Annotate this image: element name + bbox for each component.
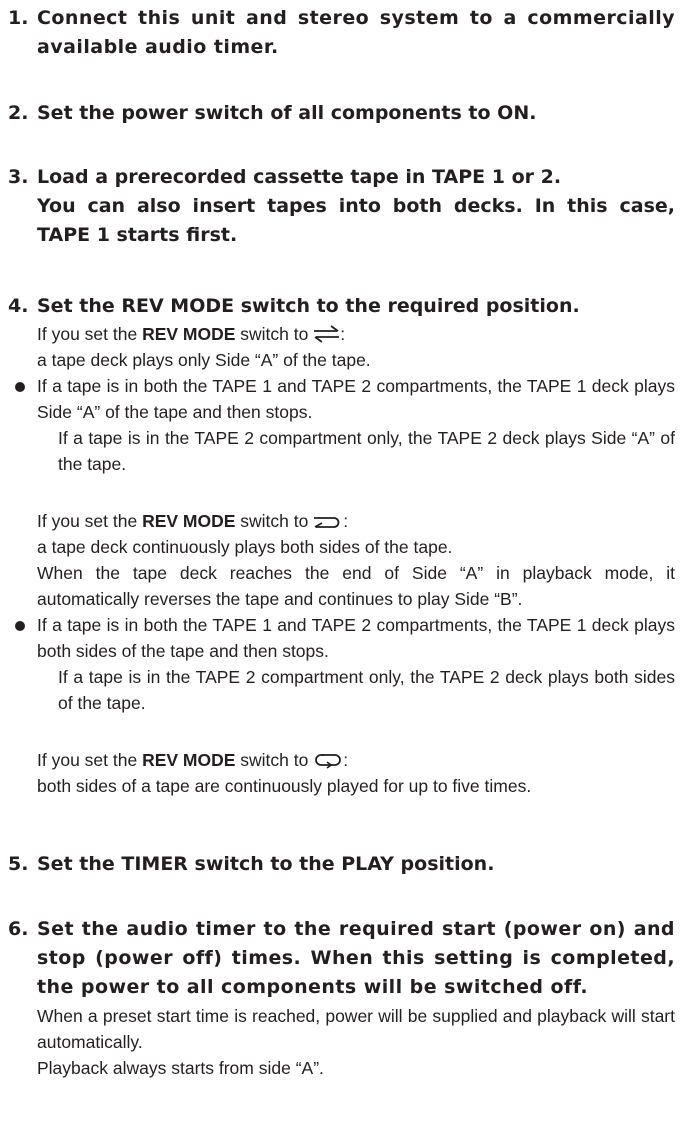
- step-number: 4.: [8, 295, 29, 317]
- bullet-text: If a tape is in both the TAPE 1 and TAPE…: [37, 376, 675, 422]
- mode-intro: If you set the REV MODE switch to :: [37, 321, 675, 350]
- mode-description: When the tape deck reaches the end of Si…: [37, 563, 675, 609]
- mode-description: both sides of a tape are continuously pl…: [37, 776, 532, 796]
- step-heading-note: You can also insert tapes into both deck…: [37, 195, 675, 246]
- step-number: 5.: [8, 853, 29, 875]
- step-number: 1.: [8, 7, 29, 29]
- mode-intro: If you set the REV MODE switch to :: [37, 747, 675, 776]
- step-number: 3.: [8, 166, 29, 188]
- mode-intro: If you set the REV MODE switch to :: [37, 508, 675, 537]
- step-heading: Set the audio timer to the required star…: [37, 918, 675, 998]
- sub-note: If a tape is in the TAPE 2 compartment o…: [58, 428, 675, 474]
- mode-description: a tape deck plays only Side “A” of the t…: [37, 350, 371, 370]
- step-heading: Set the REV MODE switch to the required …: [37, 295, 580, 317]
- bullet-text: If a tape is in both the TAPE 1 and TAPE…: [37, 615, 675, 661]
- step-number: 6.: [8, 918, 29, 940]
- mode-description: a tape deck continuously plays both side…: [37, 537, 453, 557]
- step-description: When a preset start time is reached, pow…: [37, 1006, 675, 1052]
- step-number: 2.: [8, 102, 29, 124]
- step-heading: Connect this unit and stereo system to a…: [37, 7, 675, 58]
- step-description: Playback always starts from side “A”.: [37, 1058, 324, 1078]
- bullet-dot: [15, 382, 25, 392]
- bullet-dot: [15, 621, 25, 631]
- step-heading: Set the power switch of all components t…: [37, 102, 537, 124]
- step-heading: Set the TIMER switch to the PLAY positio…: [37, 853, 495, 875]
- sub-note: If a tape is in the TAPE 2 compartment o…: [58, 667, 675, 713]
- step-heading: Load a prerecorded cassette tape in TAPE…: [37, 166, 562, 188]
